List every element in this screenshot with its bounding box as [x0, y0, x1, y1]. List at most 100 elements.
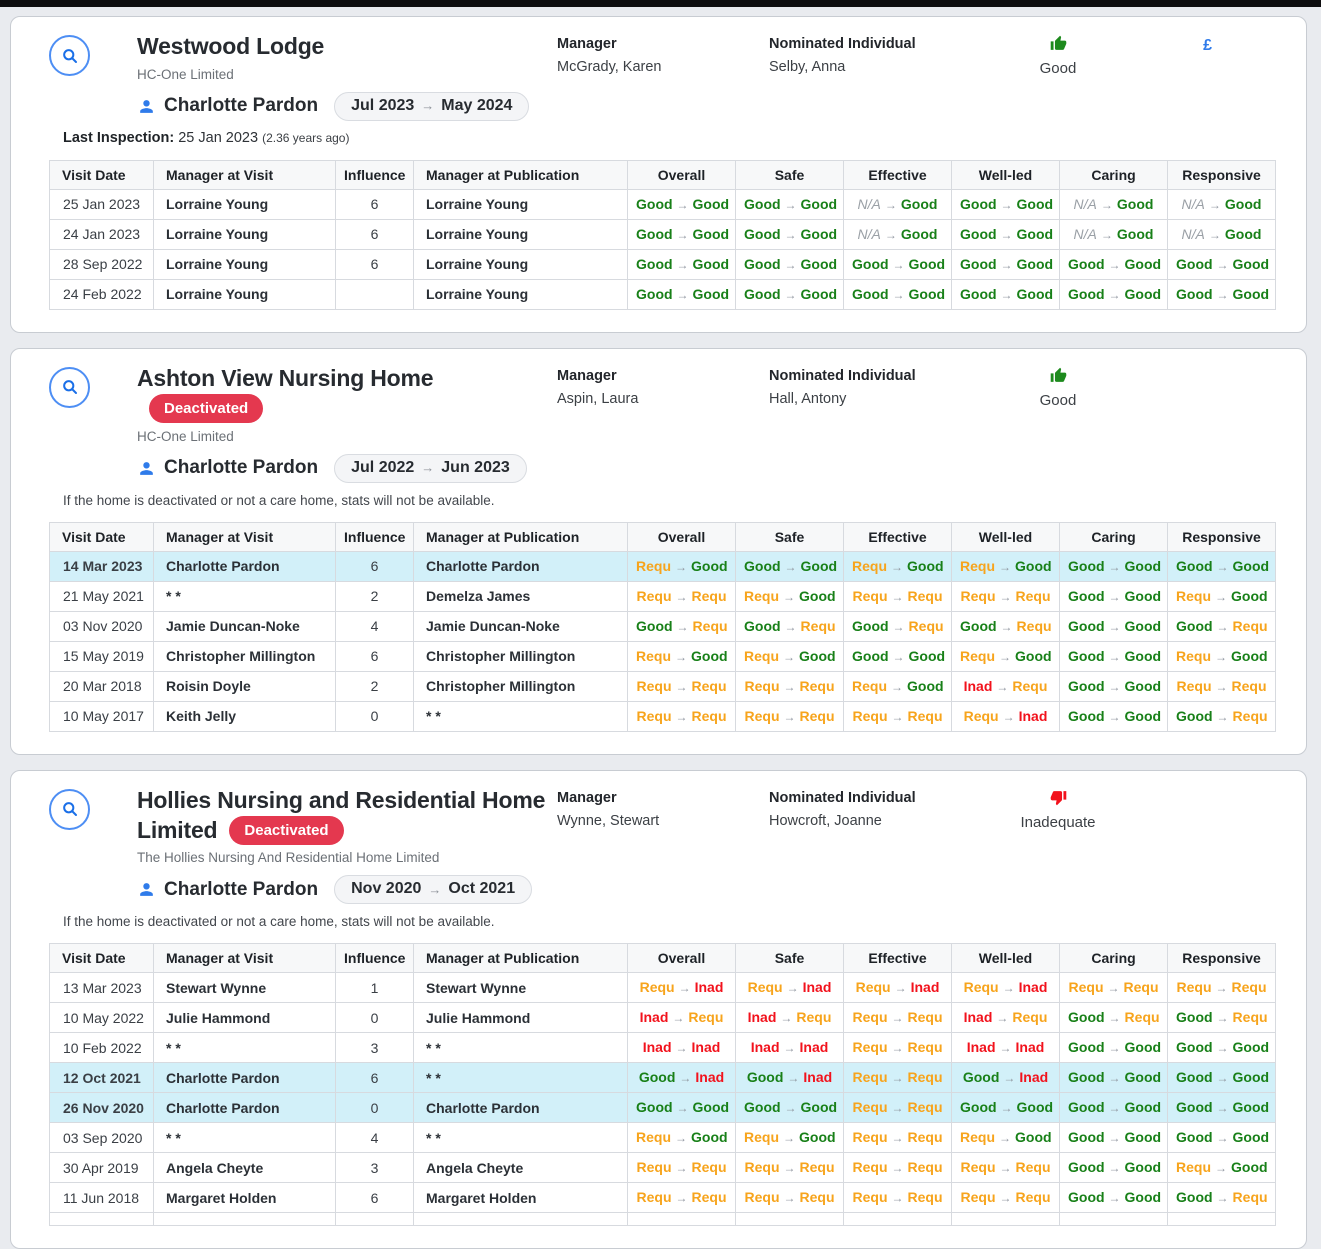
manager-block: Manager Aspin, Laura — [557, 364, 769, 407]
manager-at-publication-cell: * * — [414, 701, 628, 731]
rating-from: Requ — [1177, 678, 1212, 694]
rating-to: Good — [1225, 196, 1262, 212]
arrow-icon: → — [888, 590, 908, 604]
rating-from: Requ — [637, 1159, 672, 1175]
safe-rating-cell: Good→Good — [736, 189, 844, 219]
nominated-individual-name: Howcroft, Joanne — [769, 813, 983, 829]
overall-rating-cell: Good→Good — [628, 1093, 736, 1123]
column-header: Visit Date — [50, 522, 154, 551]
rating-to: Good — [1125, 678, 1162, 694]
rating-to: Good — [1125, 1099, 1162, 1115]
rating-from: Requ — [964, 708, 999, 724]
rating-to: Requ — [908, 1069, 943, 1085]
rating-from: Good — [1068, 1189, 1105, 1205]
manager-at-visit-cell: Keith Jelly — [154, 701, 336, 731]
column-header: Caring — [1060, 944, 1168, 973]
arrow-icon: → — [1205, 228, 1225, 242]
arrow-icon: → — [780, 1161, 800, 1175]
visit-date-cell — [50, 1213, 154, 1226]
rating-from: Good — [852, 618, 889, 634]
caring-rating-cell — [1060, 1213, 1168, 1226]
pound-icon[interactable]: £ — [1203, 37, 1212, 54]
rating-to: Good — [801, 196, 838, 212]
rating-to: Good — [1017, 226, 1054, 242]
arrow-icon: → — [781, 620, 801, 634]
rating-from: Requ — [745, 1189, 780, 1205]
rating-to: Requ — [1233, 618, 1268, 634]
person-name: Charlotte Pardon — [164, 457, 318, 479]
visit-row: 12 Oct 2021Charlotte Pardon6* *Good→Inad… — [50, 1063, 1276, 1093]
arrow-icon: → — [673, 620, 693, 634]
column-header: Well-led — [952, 944, 1060, 973]
column-header: Overall — [628, 160, 736, 189]
rating-to: Good — [801, 286, 838, 302]
arrow-icon: → — [780, 710, 800, 724]
rating-from: Requ — [853, 1159, 888, 1175]
rating-to: Requ — [1017, 618, 1052, 634]
rating-from: Good — [960, 196, 997, 212]
overall-rating-cell: Requ→Inad — [628, 973, 736, 1003]
arrow-icon: → — [779, 1131, 799, 1145]
rating-from: Requ — [640, 979, 675, 995]
effective-rating-cell: Good→Requ — [844, 611, 952, 641]
effective-rating-cell: Requ→Requ — [844, 701, 952, 731]
rating-from: Good — [960, 256, 997, 272]
visit-date-cell: 03 Nov 2020 — [50, 611, 154, 641]
responsive-rating-cell — [1168, 1213, 1276, 1226]
rating-to: Requ — [908, 1039, 943, 1055]
arrow-icon: → — [888, 1041, 908, 1055]
tenure-to: Jun 2023 — [441, 459, 509, 477]
rating-to: Good — [801, 558, 838, 574]
manager-at-publication-cell: Demelza James — [414, 581, 628, 611]
arrow-icon: → — [1105, 288, 1125, 302]
rating-from: Requ — [1176, 648, 1211, 664]
influence-cell: 3 — [336, 1153, 414, 1183]
manager-at-visit-cell: Charlotte Pardon — [154, 1093, 336, 1123]
rating-from: Good — [744, 226, 781, 242]
rating-to: Requ — [1124, 979, 1159, 995]
responsive-rating-cell: Requ→Requ — [1168, 973, 1276, 1003]
rating-to: Requ — [1016, 1159, 1051, 1175]
column-header: Responsive — [1168, 160, 1276, 189]
rating-from: Requ — [745, 708, 780, 724]
arrow-icon: → — [675, 981, 695, 995]
column-header: Caring — [1060, 522, 1168, 551]
manager-at-visit-cell: Charlotte Pardon — [154, 551, 336, 581]
arrow-icon: → — [888, 1071, 908, 1085]
rating-to: Good — [1225, 226, 1262, 242]
rating-from: Good — [744, 256, 781, 272]
card-header: Hollies Nursing and Residential Home Lim… — [49, 786, 1274, 905]
rating-to: Requ — [908, 1159, 943, 1175]
rating-to: Good — [1125, 618, 1162, 634]
rating-to: Inad — [692, 1039, 721, 1055]
title-block: Hollies Nursing and Residential Home Lim… — [137, 786, 557, 905]
search-button[interactable] — [49, 789, 90, 830]
rating-to: Good — [1017, 286, 1054, 302]
effective-rating-cell: Requ→Requ — [844, 1033, 952, 1063]
search-button[interactable] — [49, 35, 90, 76]
arrow-icon: → — [1211, 590, 1231, 604]
manager-at-visit-cell: * * — [154, 581, 336, 611]
rating-from: Inad — [751, 1039, 780, 1055]
arrow-icon: → — [671, 650, 691, 664]
rating-to: Requ — [692, 678, 727, 694]
nominated-individual-label: Nominated Individual — [769, 364, 983, 384]
tenure-to: Oct 2021 — [448, 880, 515, 898]
search-button[interactable] — [49, 367, 90, 408]
arrow-icon: → — [888, 710, 908, 724]
rating-to: Requ — [908, 588, 943, 604]
manager-at-visit-cell: Julie Hammond — [154, 1003, 336, 1033]
influence-cell: 6 — [336, 1183, 414, 1213]
rating-text: Good — [983, 392, 1133, 409]
rating-from: Requ — [853, 1189, 888, 1205]
safe-rating-cell: Good→Inad — [736, 1063, 844, 1093]
rating-from: Good — [744, 558, 781, 574]
arrow-icon: → — [1213, 1131, 1233, 1145]
deactivated-badge: Deactivated — [229, 816, 343, 846]
rating-from: Good — [1068, 558, 1105, 574]
rating-from: Inad — [748, 1009, 777, 1025]
arrow-icon: → — [881, 228, 901, 242]
column-header: Well-led — [952, 160, 1060, 189]
safe-rating-cell — [736, 1213, 844, 1226]
rating-from: Good — [1068, 1069, 1105, 1085]
